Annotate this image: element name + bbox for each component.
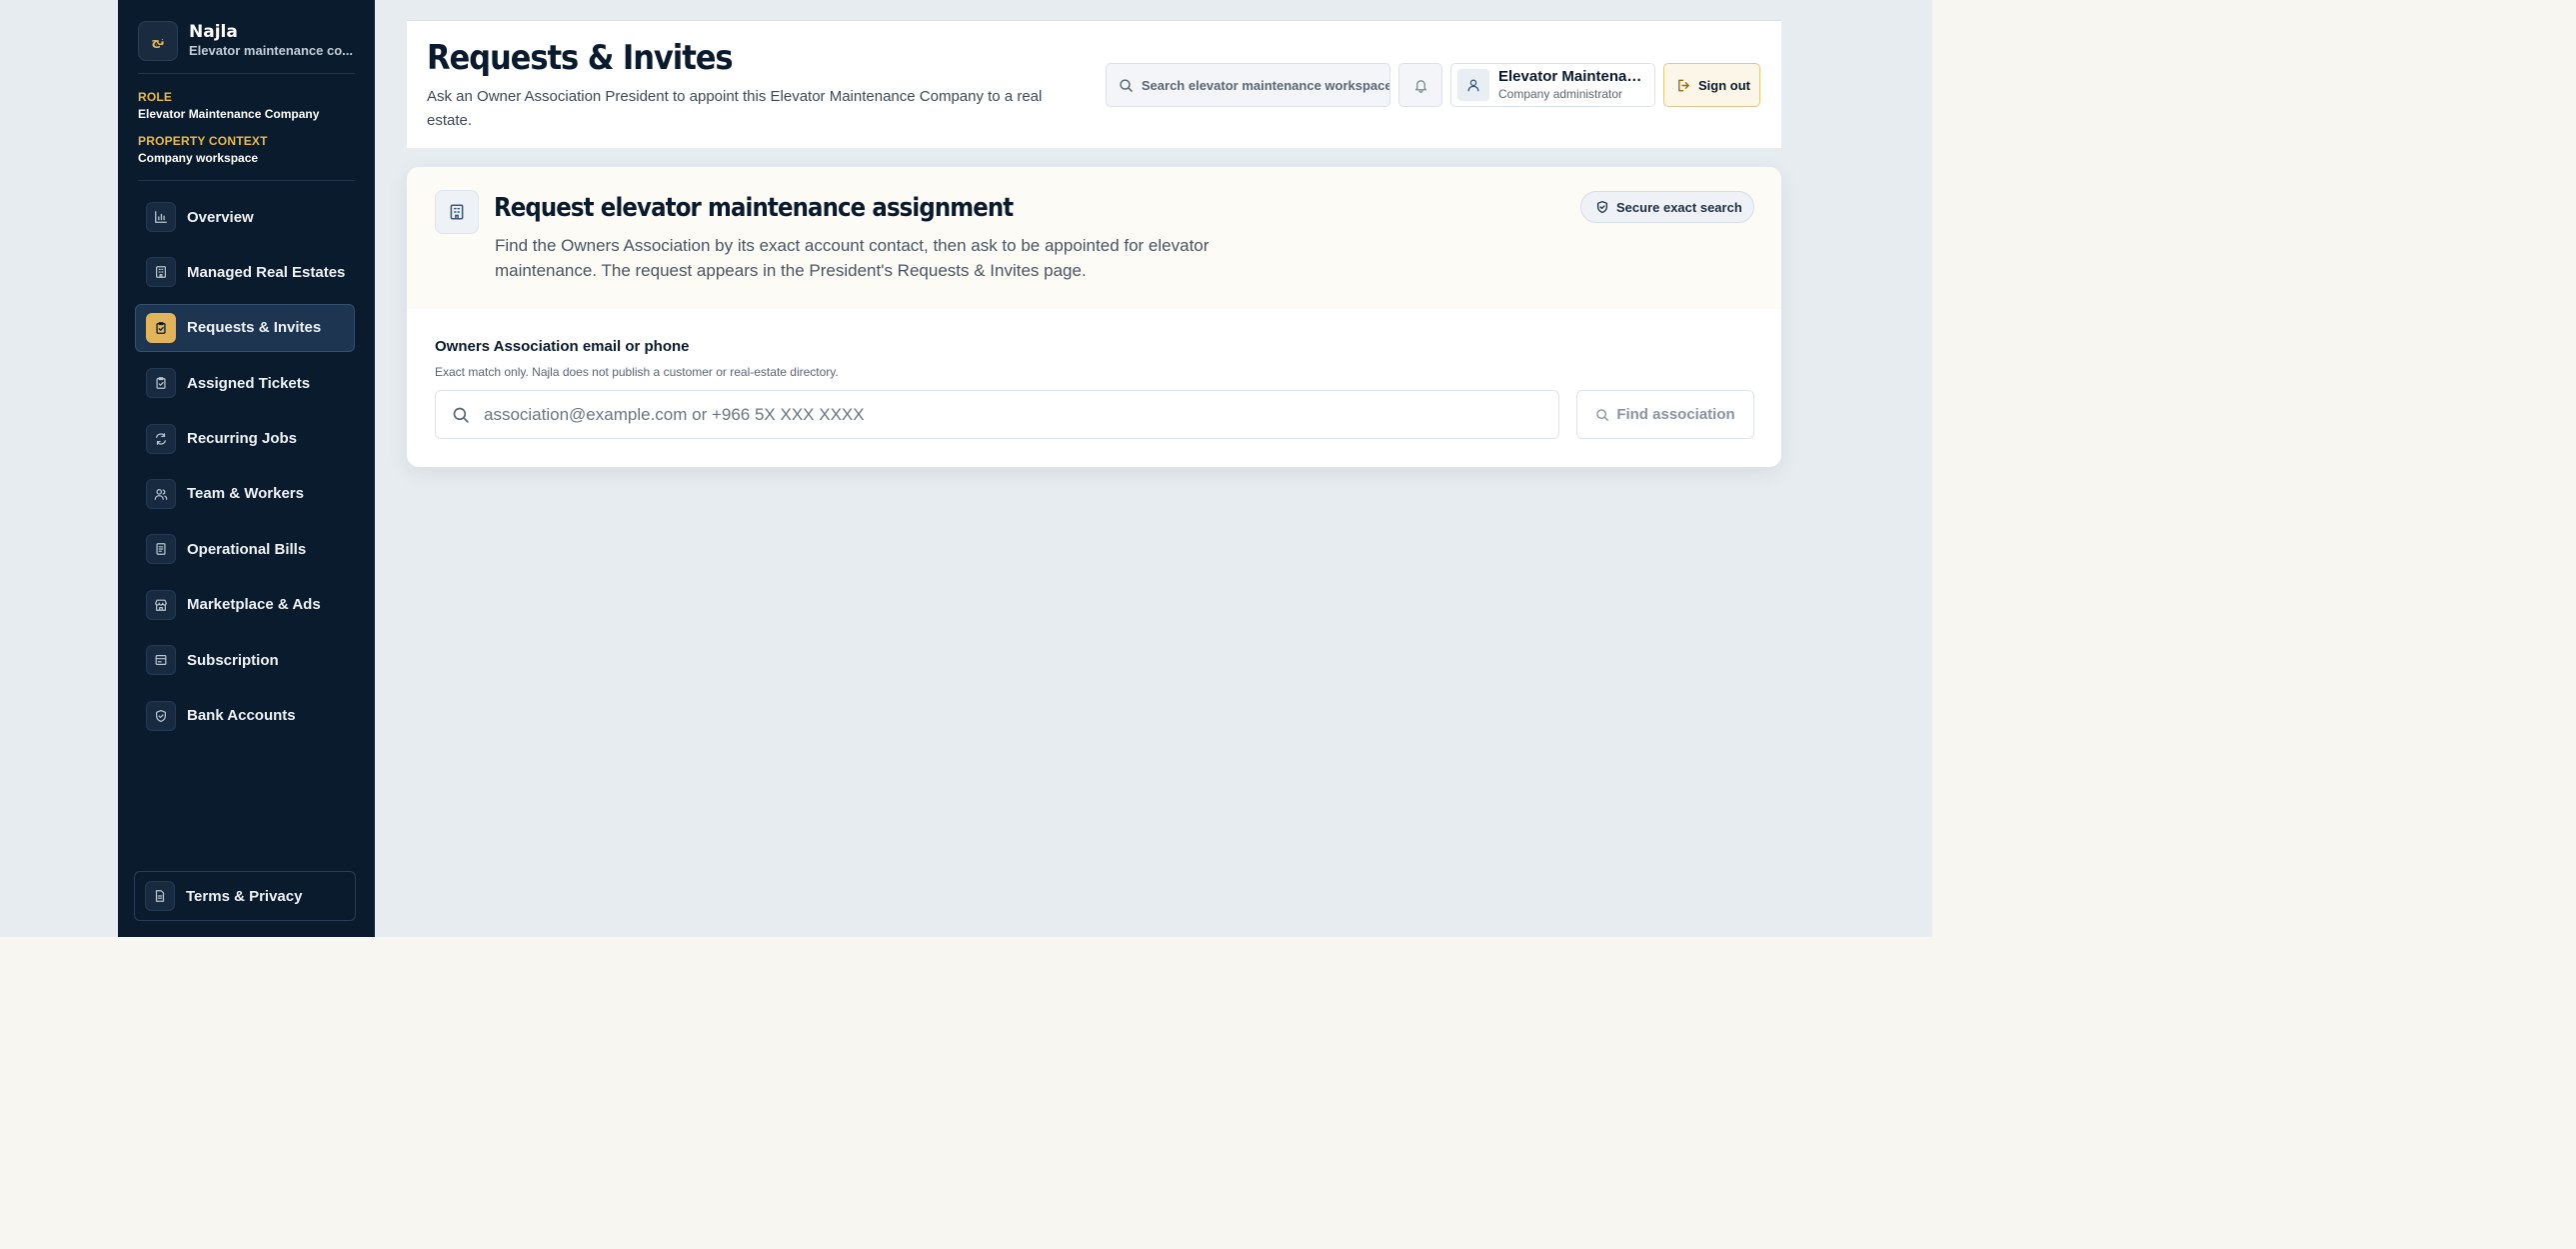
sidebar-item-label: Subscription (187, 651, 279, 669)
page-title: Requests & Invites (427, 38, 734, 78)
document-icon (145, 881, 175, 911)
app-window: نج Najla Elevator maintenance co... ROLE… (0, 0, 1932, 937)
avatar (1457, 69, 1489, 101)
sidebar-item-operational-bills[interactable]: Operational Bills (135, 525, 355, 573)
divider (138, 180, 355, 181)
secure-search-badge: Secure exact search (1580, 191, 1754, 223)
card-title: Request elevator maintenance assignment (494, 193, 1014, 223)
sidebar-item-label: Bank Accounts (187, 707, 296, 725)
association-search-field[interactable] (435, 390, 1559, 439)
user-name: Elevator Maintenance Company (1498, 68, 1648, 85)
context-block: PROPERTY CONTEXT Company workspace (138, 133, 268, 167)
users-icon (146, 478, 176, 509)
user-icon (1467, 79, 1479, 92)
shield-check-icon (1596, 200, 1608, 214)
divider (138, 73, 355, 74)
page-header: Requests & Invites Ask an Owner Associat… (407, 20, 1781, 148)
sidebar-item-team-workers[interactable]: Team & Workers (135, 470, 355, 518)
sidebar-item-label: Team & Workers (187, 485, 304, 503)
page-subtitle: Ask an Owner Association President to ap… (427, 88, 1043, 129)
user-role: Company administrator (1498, 87, 1623, 101)
find-association-label: Find association (1616, 406, 1735, 423)
receipt-icon (146, 534, 176, 565)
card-description: Find the Owners Association by its exact… (495, 236, 1210, 280)
card-header: Request elevator maintenance assignment … (407, 167, 1781, 309)
sign-out-icon (1678, 79, 1689, 91)
sidebar-item-requests-invites[interactable]: Requests & Invites (135, 303, 355, 352)
clipboard-check-icon (146, 312, 176, 343)
role-value: Elevator Maintenance Company (138, 107, 320, 121)
sidebar-item-managed-real-estates[interactable]: Managed Real Estates (135, 248, 355, 296)
sidebar-item-subscription[interactable]: Subscription (135, 636, 355, 684)
bar-chart-icon (146, 202, 176, 232)
sidebar-item-label: Managed Real Estates (187, 263, 346, 281)
shield-icon (146, 700, 176, 731)
brand-name: Najla (189, 22, 238, 42)
association-search-input[interactable] (484, 404, 1553, 425)
card-icon (146, 645, 176, 676)
notifications-button[interactable] (1398, 63, 1442, 107)
clipboard-icon (146, 368, 176, 399)
search-icon (453, 407, 469, 423)
workspace-search[interactable] (1106, 63, 1390, 107)
brand-subtitle: Elevator maintenance co... (189, 43, 354, 58)
terms-privacy-link[interactable]: Terms & Privacy (134, 871, 356, 921)
bell-icon (1414, 79, 1426, 93)
sidebar: نج Najla Elevator maintenance co... ROLE… (118, 0, 375, 937)
search-icon (1120, 78, 1133, 92)
secure-search-label: Secure exact search (1616, 199, 1742, 215)
search-icon (1596, 408, 1609, 421)
sidebar-nav: Overview Managed Real Estates Requests &… (135, 193, 355, 747)
user-menu[interactable]: Elevator Maintenance Company Company adm… (1450, 63, 1655, 107)
store-icon (146, 589, 176, 620)
sidebar-item-overview[interactable]: Overview (135, 193, 355, 241)
terms-privacy-label: Terms & Privacy (186, 887, 303, 905)
brand[interactable]: نج Najla Elevator maintenance co... (138, 20, 358, 62)
sidebar-item-label: Operational Bills (187, 540, 307, 558)
sidebar-item-recurring-jobs[interactable]: Recurring Jobs (135, 415, 355, 463)
context-label: PROPERTY CONTEXT (138, 134, 268, 148)
find-association-button[interactable]: Find association (1576, 390, 1754, 439)
sidebar-item-label: Marketplace & Ads (187, 596, 321, 614)
refresh-icon (146, 423, 176, 454)
role-block: ROLE Elevator Maintenance Company (138, 89, 319, 123)
sign-out-button[interactable]: Sign out (1663, 63, 1760, 107)
building-icon (435, 190, 479, 234)
workspace-search-input[interactable] (1141, 77, 1389, 93)
sidebar-item-assigned-tickets[interactable]: Assigned Tickets (135, 359, 355, 407)
building-icon (146, 257, 176, 288)
role-label: ROLE (138, 90, 173, 104)
sidebar-item-label: Overview (187, 208, 254, 226)
sidebar-item-label: Recurring Jobs (187, 430, 298, 448)
context-value: Company workspace (138, 151, 259, 165)
sidebar-item-bank-accounts[interactable]: Bank Accounts (135, 692, 355, 740)
brand-logo: نج (138, 21, 178, 61)
sidebar-item-marketplace-ads[interactable]: Marketplace & Ads (135, 581, 355, 629)
association-field-hint: Exact match only. Najla does not publish… (435, 365, 839, 379)
sidebar-item-label: Assigned Tickets (187, 374, 311, 392)
assignment-request-card: Request elevator maintenance assignment … (407, 167, 1781, 467)
sidebar-item-label: Requests & Invites (187, 319, 322, 337)
sign-out-label: Sign out (1698, 77, 1750, 93)
association-field-label: Owners Association email or phone (435, 338, 690, 355)
